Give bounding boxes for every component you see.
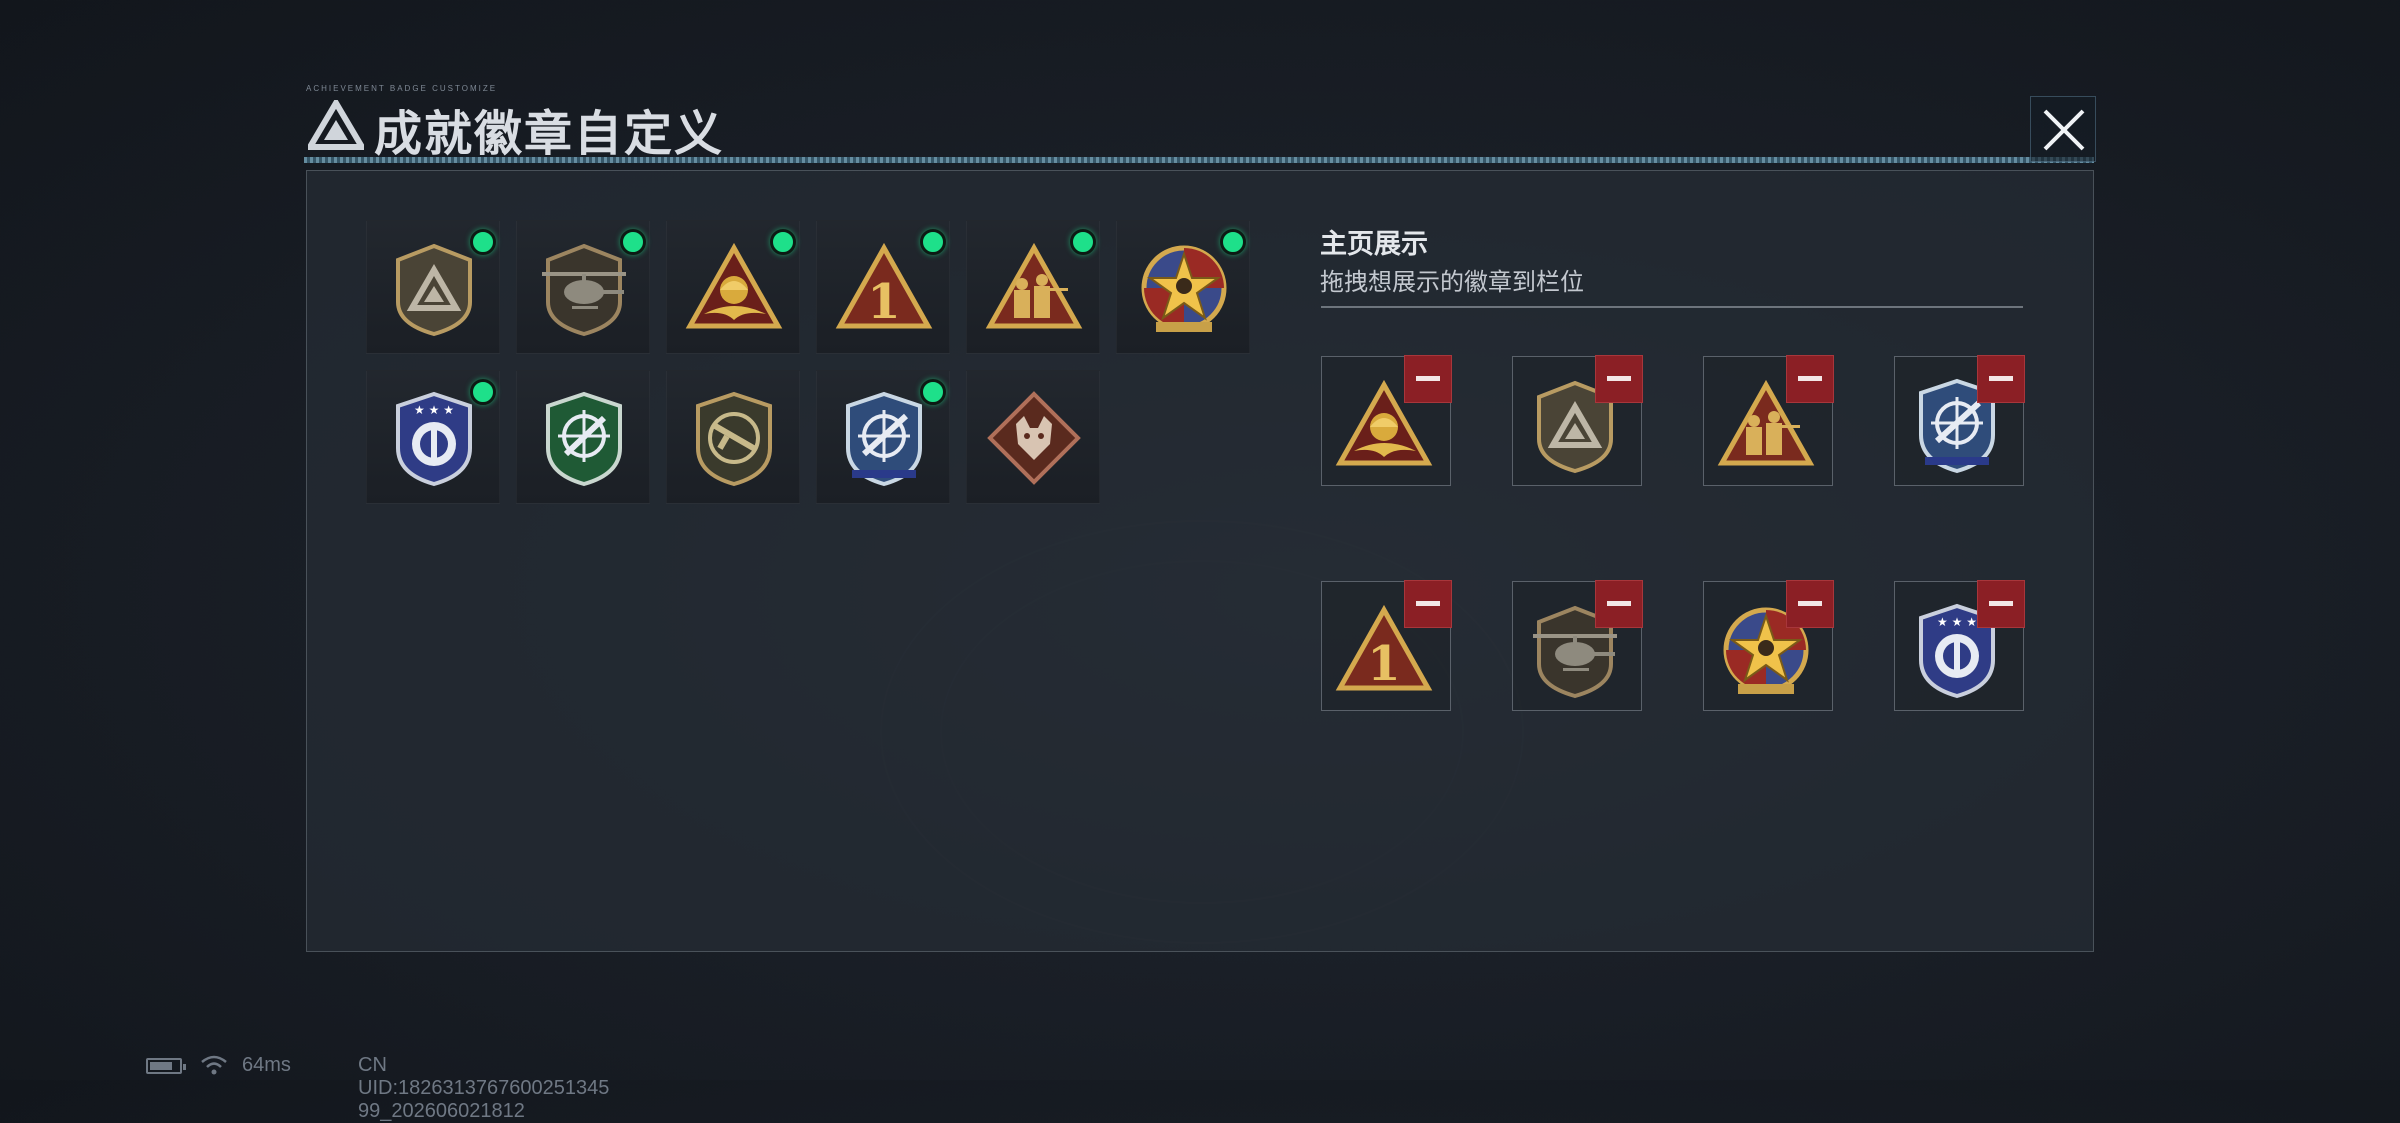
- badge-cell-number-one-badge[interactable]: [816, 220, 950, 354]
- star-medal-badge-icon: [1134, 238, 1234, 338]
- title-bar: ACHIEVEMENT BADGE CUSTOMIZE 成就徽章自定义: [296, 84, 2096, 168]
- minus-icon: [1989, 376, 2013, 381]
- title-divider: [304, 157, 2094, 163]
- minus-icon: [1416, 376, 1440, 381]
- blue-crosshair-badge-icon: [834, 388, 934, 488]
- equipped-indicator: [920, 229, 946, 255]
- green-crosshair-badge-icon: [534, 388, 634, 488]
- badge-cell-rifle-shield-badge[interactable]: [666, 370, 800, 504]
- showcase-slot-5[interactable]: [1321, 580, 1452, 711]
- showcase-slot-1[interactable]: [1321, 355, 1452, 486]
- equipped-indicator: [470, 379, 496, 405]
- ping-text: 64ms: [242, 1054, 291, 1076]
- equipped-indicator: [1070, 229, 1096, 255]
- eagle-triangle-badge-icon: [684, 238, 784, 338]
- badge-cell-helicopter-badge[interactable]: [516, 220, 650, 354]
- showcase-slot-8[interactable]: [1894, 580, 2025, 711]
- title-small-text: ACHIEVEMENT BADGE CUSTOMIZE: [306, 84, 498, 93]
- badge-cell-squad-triangle-badge[interactable]: [966, 220, 1100, 354]
- remove-badge-button[interactable]: [1404, 580, 1452, 628]
- showcase-subtitle: 拖拽想展示的徽章到栏位: [1320, 268, 1584, 296]
- showcase-slot-7[interactable]: [1703, 580, 1834, 711]
- minus-icon: [1989, 601, 2013, 606]
- remove-badge-button[interactable]: [1786, 355, 1834, 403]
- badge-cell-star-medal-badge[interactable]: [1116, 220, 1250, 354]
- showcase-slot-2[interactable]: [1512, 355, 1643, 486]
- showcase-divider: [1321, 306, 2023, 308]
- equipped-indicator: [920, 379, 946, 405]
- helicopter-badge-icon: [534, 238, 634, 338]
- minus-icon: [1416, 601, 1440, 606]
- close-icon: [2043, 109, 2085, 151]
- badge-cell-green-crosshair-badge[interactable]: [516, 370, 650, 504]
- minus-icon: [1607, 376, 1631, 381]
- remove-badge-button[interactable]: [1595, 355, 1643, 403]
- number-one-badge-icon: [834, 238, 934, 338]
- showcase-slot-4[interactable]: [1894, 355, 2025, 486]
- wifi-icon: [201, 1055, 227, 1075]
- wolf-diamond-badge-icon: [984, 388, 1084, 488]
- showcase-slot-3[interactable]: [1703, 355, 1834, 486]
- equipped-indicator: [1220, 229, 1246, 255]
- page-title: 成就徽章自定义: [374, 106, 725, 162]
- blue-shield-badge-icon: [384, 388, 484, 488]
- delta-logo-icon: [308, 100, 364, 150]
- equipped-indicator: [770, 229, 796, 255]
- tri-emblem-badge-icon: [384, 238, 484, 338]
- remove-badge-button[interactable]: [1977, 355, 2025, 403]
- minus-icon: [1607, 601, 1631, 606]
- rifle-shield-badge-icon: [684, 388, 784, 488]
- minus-icon: [1798, 601, 1822, 606]
- remove-badge-button[interactable]: [1786, 580, 1834, 628]
- remove-badge-button[interactable]: [1595, 580, 1643, 628]
- squad-triangle-badge-icon: [984, 238, 1084, 338]
- badge-cell-blue-shield-badge[interactable]: [366, 370, 500, 504]
- showcase-title: 主页展示: [1320, 229, 1428, 260]
- uid-text: CN UID:1826313767600251345​99_2026060218…: [358, 1054, 610, 1122]
- minus-icon: [1798, 376, 1822, 381]
- badge-cell-tri-emblem-badge[interactable]: [366, 220, 500, 354]
- badge-cell-eagle-triangle-badge[interactable]: [666, 220, 800, 354]
- badge-cell-wolf-diamond-badge[interactable]: [966, 370, 1100, 504]
- battery-icon: [146, 1058, 186, 1074]
- equipped-indicator: [620, 229, 646, 255]
- remove-badge-button[interactable]: [1977, 580, 2025, 628]
- remove-badge-button[interactable]: [1404, 355, 1452, 403]
- equipped-indicator: [470, 229, 496, 255]
- showcase-slot-6[interactable]: [1512, 580, 1643, 711]
- badge-cell-blue-crosshair-badge[interactable]: [816, 370, 950, 504]
- close-button[interactable]: [2030, 96, 2096, 162]
